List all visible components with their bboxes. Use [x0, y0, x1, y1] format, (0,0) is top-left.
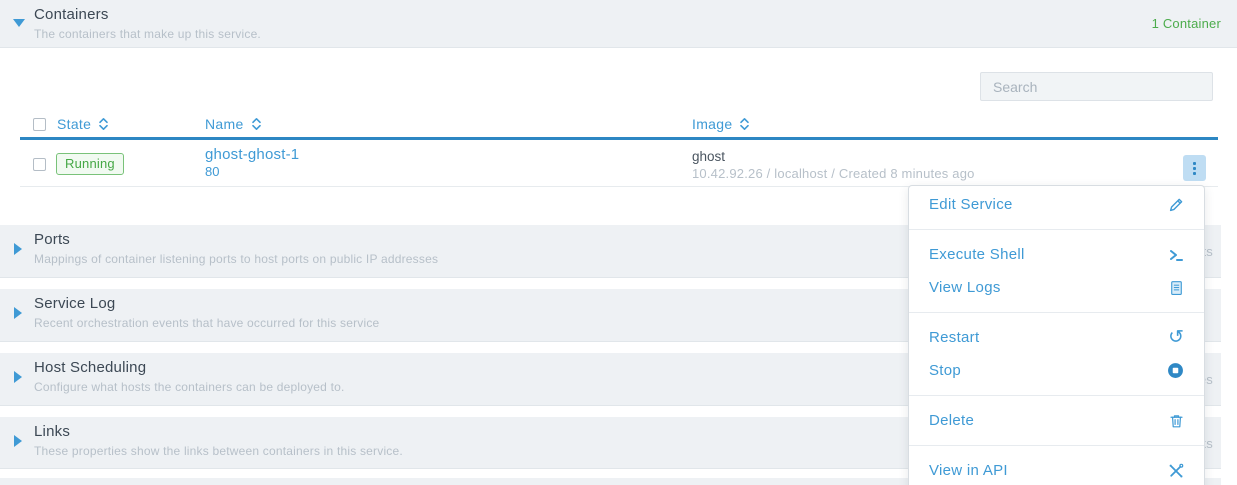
stop-circle-icon: [1167, 362, 1184, 379]
container-port: 80: [205, 164, 219, 179]
row-checkbox[interactable]: [33, 158, 46, 171]
containers-section-description: The containers that make up this service…: [34, 27, 261, 41]
section-description: These properties show the links between …: [34, 444, 403, 458]
menu-item-label: View Logs: [929, 279, 1001, 296]
column-header-name[interactable]: Name: [205, 116, 262, 132]
column-header-image-label: Image: [692, 116, 732, 132]
expand-triangle-icon[interactable]: [14, 371, 22, 383]
sort-icon[interactable]: [251, 116, 262, 132]
pencil-icon: [1168, 197, 1184, 213]
column-header-state-label: State: [57, 116, 91, 132]
menu-divider: [909, 395, 1204, 396]
select-all-checkbox[interactable]: [33, 118, 46, 131]
sort-icon[interactable]: [739, 116, 750, 132]
sort-icon[interactable]: [98, 116, 109, 132]
section-description: Mappings of container listening ports to…: [34, 252, 438, 266]
menu-item-stop[interactable]: Stop: [909, 354, 1204, 387]
restart-icon: ↺: [1168, 330, 1184, 346]
service-detail-page: Containers The containers that make up t…: [0, 0, 1237, 485]
menu-item-label: Edit Service: [929, 196, 1013, 213]
menu-item-execute-shell[interactable]: Execute Shell: [909, 238, 1204, 271]
menu-item-label: Execute Shell: [929, 246, 1025, 263]
menu-divider: [909, 229, 1204, 230]
section-title: Host Scheduling: [34, 359, 146, 376]
document-icon: [1169, 280, 1184, 296]
collapse-triangle-icon[interactable]: [13, 19, 25, 27]
table-header-divider: [20, 137, 1218, 140]
containers-section-header[interactable]: Containers The containers that make up t…: [0, 0, 1237, 48]
menu-item-label: Delete: [929, 412, 974, 429]
section-title: Service Log: [34, 295, 115, 312]
status-badge: Running: [56, 153, 124, 175]
menu-item-edit-service[interactable]: Edit Service: [909, 188, 1204, 221]
row-actions-menu-button[interactable]: [1183, 155, 1206, 181]
menu-item-view-in-api[interactable]: View in API: [909, 454, 1204, 485]
containers-section-title: Containers: [34, 6, 109, 23]
expand-triangle-icon[interactable]: [14, 435, 22, 447]
column-header-image[interactable]: Image: [692, 116, 750, 132]
menu-item-label: Restart: [929, 329, 979, 346]
row-actions-dropdown: Edit Service Execute Shell View Logs: [908, 185, 1205, 485]
container-image-details: 10.42.92.26 / localhost / Created 8 minu…: [692, 166, 975, 181]
menu-divider: [909, 445, 1204, 446]
menu-divider: [909, 312, 1204, 313]
menu-item-restart[interactable]: Restart ↺: [909, 321, 1204, 354]
search-input[interactable]: [980, 72, 1213, 101]
container-image: ghost: [692, 149, 725, 164]
container-count-badge: 1 Container: [1152, 16, 1221, 31]
section-description: Recent orchestration events that have oc…: [34, 316, 379, 330]
menu-item-delete[interactable]: Delete: [909, 404, 1204, 437]
menu-item-label: View in API: [929, 462, 1008, 479]
terminal-prompt-icon: [1168, 247, 1184, 263]
container-name-link[interactable]: ghost-ghost-1: [205, 146, 299, 163]
crossed-tools-icon: [1168, 463, 1184, 479]
section-description: Configure what hosts the containers can …: [34, 380, 345, 394]
expand-triangle-icon[interactable]: [14, 307, 22, 319]
section-title: Ports: [34, 231, 70, 248]
section-title: Links: [34, 423, 70, 440]
menu-item-label: Stop: [929, 362, 961, 379]
menu-item-view-logs[interactable]: View Logs: [909, 271, 1204, 304]
column-header-name-label: Name: [205, 116, 244, 132]
column-header-state[interactable]: State: [57, 116, 109, 132]
trash-icon: [1169, 413, 1184, 429]
vertical-ellipsis-icon: [1193, 162, 1196, 165]
expand-triangle-icon[interactable]: [14, 243, 22, 255]
